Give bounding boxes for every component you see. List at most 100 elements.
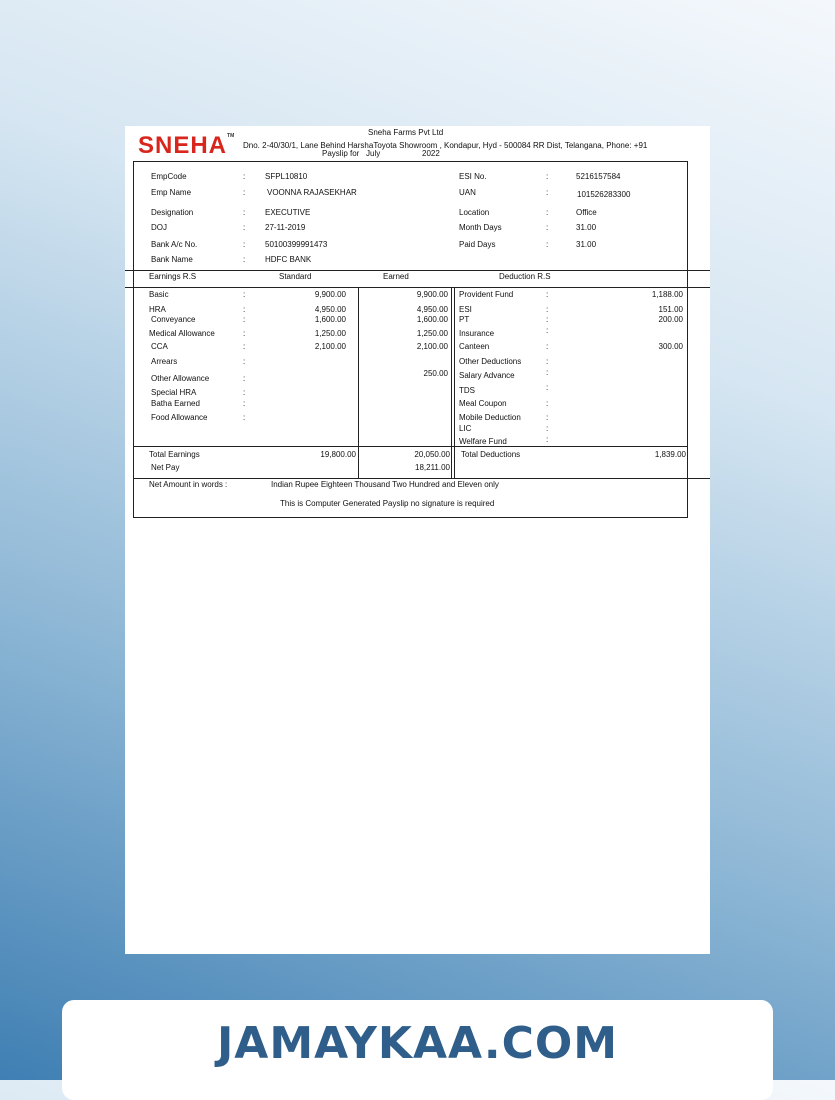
company-name: Sneha Farms Pvt Ltd <box>368 128 444 137</box>
location-label: Location <box>459 208 490 217</box>
deduction-label: Welfare Fund <box>459 437 507 446</box>
box-bottom <box>133 517 688 518</box>
earning-label: CCA <box>151 342 168 351</box>
net-words-value: Indian Rupee Eighteen Thousand Two Hundr… <box>271 480 499 489</box>
deduction-sep: : <box>546 368 549 377</box>
earning-sep: : <box>243 315 246 324</box>
earning-standard: 2,100.00 <box>314 342 346 351</box>
emp-code-label: EmpCode <box>151 172 187 181</box>
earning-earned: 2,100.00 <box>416 342 448 351</box>
earning-label: Batha Earned <box>151 399 200 408</box>
watermark-text: JAMAYKAA.COM <box>216 1018 619 1069</box>
deduction-label: Mobile Deduction <box>459 413 521 422</box>
earning-sep: : <box>243 413 246 422</box>
location-sep: : <box>546 208 549 217</box>
earning-earned: 9,900.00 <box>416 290 448 299</box>
uan-sep: : <box>546 188 549 197</box>
earning-label: Conveyance <box>151 315 196 324</box>
earning-earned: 4,950.00 <box>416 305 448 314</box>
earning-label: Basic <box>149 290 169 299</box>
net-words-label: Net Amount in words : <box>149 480 228 489</box>
esi-no-value: 5216157584 <box>576 172 621 181</box>
col-divider-deduction-b <box>454 288 455 478</box>
rule-header-top <box>125 270 710 271</box>
deduction-value: 300.00 <box>658 342 683 351</box>
col-divider-earned <box>358 288 359 478</box>
earning-standard: 1,600.00 <box>314 315 346 324</box>
deduction-label: PT <box>459 315 470 324</box>
uan-label: UAN <box>459 188 476 197</box>
earning-label: HRA <box>149 305 166 314</box>
earned-header: Earned <box>383 272 409 281</box>
deduction-label: Canteen <box>459 342 490 351</box>
deduction-sep: : <box>546 424 549 433</box>
earning-label: Food Allowance <box>151 413 208 422</box>
footer-note: This is Computer Generated Payslip no si… <box>280 499 495 508</box>
deduction-sep: : <box>546 435 549 444</box>
deduction-label: ESI <box>459 305 472 314</box>
earning-label: Special HRA <box>151 388 197 397</box>
earning-label: Other Allowance <box>151 374 210 383</box>
bank-name-sep: : <box>243 255 246 264</box>
deduction-header: Deduction R.S <box>499 272 551 281</box>
earning-sep: : <box>243 374 246 383</box>
total-deductions-label: Total Deductions <box>461 450 521 459</box>
paid-days-sep: : <box>546 240 549 249</box>
logo-trademark: TM <box>227 133 235 139</box>
month-days-value: 31.00 <box>576 223 597 232</box>
deduction-label: Other Deductions <box>459 357 522 366</box>
box-left <box>133 161 134 518</box>
earning-label: Medical Allowance <box>149 329 215 338</box>
month-days-sep: : <box>546 223 549 232</box>
deduction-sep: : <box>546 305 549 314</box>
watermark-banner: JAMAYKAA.COM <box>62 1000 773 1100</box>
location-value: Office <box>576 208 597 217</box>
deduction-sep: : <box>546 399 549 408</box>
emp-code-value: SFPL10810 <box>265 172 308 181</box>
paid-days-label: Paid Days <box>459 240 496 249</box>
deduction-value: 151.00 <box>658 305 683 314</box>
designation-value: EXECUTIVE <box>265 208 311 217</box>
esi-no-sep: : <box>546 172 549 181</box>
deduction-sep: : <box>546 383 549 392</box>
earning-sep: : <box>243 305 246 314</box>
earning-sep: : <box>243 290 246 299</box>
payslip-document: SNEHATM Sneha Farms Pvt Ltd Dno. 2-40/30… <box>125 126 710 954</box>
total-standard-value: 19,800.00 <box>320 450 356 459</box>
uan-value: 101526283300 <box>577 190 631 199</box>
emp-name-label: Emp Name <box>151 188 192 197</box>
deduction-label: Insurance <box>459 329 495 338</box>
logo-text: SNEHA <box>138 132 228 159</box>
col-divider-deduction-a <box>451 288 452 478</box>
earning-sep: : <box>243 399 246 408</box>
earning-standard: 1,250.00 <box>314 329 346 338</box>
doj-label: DOJ <box>151 223 167 232</box>
bank-name-value: HDFC BANK <box>265 255 312 264</box>
earning-sep: : <box>243 342 246 351</box>
bank-account-label: Bank A/c No. <box>151 240 198 249</box>
esi-no-label: ESI No. <box>459 172 487 181</box>
net-pay-value: 18,211.00 <box>415 463 450 472</box>
deduction-sep: : <box>546 357 549 366</box>
earning-label: Arrears <box>151 357 178 366</box>
rule-header-bottom <box>125 287 710 288</box>
company-logo: SNEHATM <box>138 134 234 158</box>
earning-sep: : <box>243 329 246 338</box>
deduction-label: TDS <box>459 386 475 395</box>
deduction-sep: : <box>546 326 549 335</box>
earning-earned: 1,600.00 <box>416 315 448 324</box>
emp-name-value: VOONNA RAJASEKHAR <box>267 188 357 197</box>
bank-account-sep: : <box>243 240 246 249</box>
doj-sep: : <box>243 223 246 232</box>
deduction-label: LIC <box>459 424 472 433</box>
payslip-for-label: Payslip for <box>322 149 360 158</box>
net-pay-label: Net Pay <box>151 463 180 472</box>
payslip-month: July <box>366 149 381 158</box>
box-top <box>133 161 688 162</box>
bank-name-label: Bank Name <box>151 255 193 264</box>
emp-code-sep: : <box>243 172 246 181</box>
deduction-value: 1,188.00 <box>651 290 683 299</box>
earning-sep: : <box>243 388 246 397</box>
box-right <box>687 161 688 518</box>
earning-earned: 1,250.00 <box>416 329 448 338</box>
